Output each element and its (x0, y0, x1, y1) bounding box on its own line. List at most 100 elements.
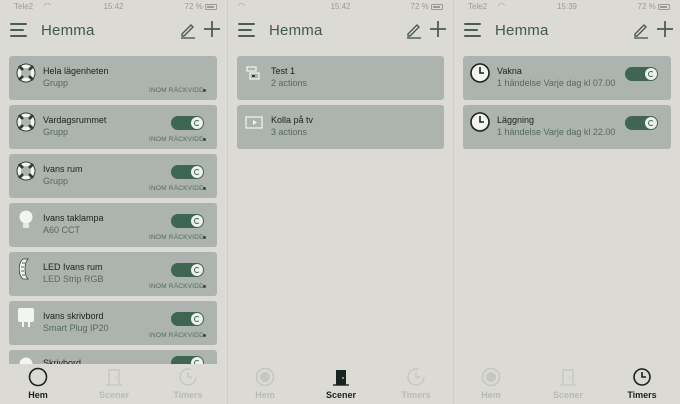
edit-icon[interactable] (405, 21, 423, 39)
tab-hem[interactable]: Hem (235, 364, 295, 404)
device-card-ivans-skrivbord[interactable]: Ivans skrivbord Smart Plug IP20 INOM RÄC… (9, 301, 217, 345)
device-card-led-ivans-rum[interactable]: LED Ivans rum LED Strip RGB INOM RÄCKVID… (9, 252, 217, 296)
tab-label: Scener (98, 390, 130, 400)
battery-icon (205, 3, 217, 10)
power-toggle[interactable] (171, 165, 204, 179)
range-status: INOM RÄCKVIDD (149, 332, 204, 339)
menu-icon[interactable] (238, 23, 255, 37)
range-dot (203, 187, 206, 190)
timer-name: Läggning (497, 115, 535, 125)
menu-icon[interactable] (464, 23, 481, 37)
timer-card-vakna[interactable]: Vakna 1 händelse Varje dag kl 07.00 (463, 56, 671, 100)
power-toggle[interactable] (171, 263, 204, 277)
add-icon[interactable] (428, 19, 448, 39)
device-name: Vardagsrummet (43, 115, 107, 125)
app-header: Hemma (454, 14, 680, 50)
scene-device-icon (246, 66, 260, 80)
screen-hem: Tele2 ◠ 15:42 72 % Hemma Hela lägenheten… (0, 0, 227, 404)
scene-list: Test 1 2 actions Kolla på tv 3 actions (237, 56, 444, 154)
lifebuoy-icon (16, 63, 36, 83)
tab-label: Timers (627, 390, 657, 400)
range-status: INOM RÄCKVIDD (149, 185, 204, 192)
range-status: INOM RÄCKVIDD (149, 234, 204, 241)
toggle-knob (645, 68, 657, 80)
tab-label: Timers (401, 390, 431, 400)
status-bar: Tele2 ◠ 15:39 72 % (454, 0, 680, 14)
device-type: Grupp (43, 127, 69, 137)
range-dot (203, 138, 206, 141)
add-icon[interactable] (202, 19, 222, 39)
menu-icon[interactable] (10, 23, 27, 37)
range-dot (203, 89, 206, 92)
tab-timers[interactable]: Timers (158, 364, 218, 404)
led-strip-icon (18, 258, 29, 280)
scene-actions: 3 actions (271, 127, 308, 137)
battery-label: 72 % (410, 2, 429, 11)
timer-schedule: 1 händelse Varje dag kl 22.00 (497, 127, 616, 137)
tv-icon (245, 116, 263, 129)
status-bar: ◠ 15:42 72 % (228, 0, 453, 14)
tab-timers[interactable]: Timers (612, 364, 672, 404)
tab-bar: Hem Scener Timers (454, 364, 680, 404)
timer-icon (633, 368, 651, 386)
power-toggle[interactable] (171, 312, 204, 326)
tab-timers[interactable]: Timers (386, 364, 446, 404)
timer-toggle[interactable] (625, 116, 658, 130)
timer-schedule: 1 händelse Varje dag kl 07.00 (497, 78, 616, 88)
range-dot (203, 236, 206, 239)
edit-icon[interactable] (632, 21, 650, 39)
range-dot (203, 334, 206, 337)
add-icon[interactable] (655, 19, 675, 39)
timer-toggle[interactable] (625, 67, 658, 81)
home-circle-icon (481, 367, 501, 387)
tab-scener[interactable]: Scener (311, 364, 371, 404)
tab-bar: Hem Scener Timers (0, 364, 227, 404)
scene-name: Kolla på tv (271, 115, 314, 125)
scene-card-test-1[interactable]: Test 1 2 actions (237, 56, 444, 100)
toggle-knob (191, 117, 203, 129)
door-icon (106, 369, 122, 386)
tab-hem[interactable]: Hem (461, 364, 521, 404)
tab-label: Hem (255, 390, 275, 400)
device-card-vardagsrummet[interactable]: Vardagsrummet Grupp INOM RÄCKVIDD (9, 105, 217, 149)
device-card-ivans-rum[interactable]: Ivans rum Grupp INOM RÄCKVIDD (9, 154, 217, 198)
range-dot (203, 285, 206, 288)
bulb-icon (19, 210, 33, 228)
range-status: INOM RÄCKVIDD (149, 87, 204, 94)
page-title: Hemma (269, 22, 323, 39)
scene-card-kolla-pa-tv[interactable]: Kolla på tv 3 actions (237, 105, 444, 149)
scene-actions: 2 actions (271, 78, 308, 88)
power-toggle[interactable] (171, 214, 204, 228)
toggle-knob (191, 215, 203, 227)
power-toggle[interactable] (171, 116, 204, 130)
timer-name: Vakna (497, 66, 522, 76)
status-bar: Tele2 ◠ 15:42 72 % (0, 0, 227, 14)
tab-scener[interactable]: Scener (538, 364, 598, 404)
battery-icon (658, 3, 670, 10)
home-circle-icon (255, 367, 275, 387)
device-name: Ivans rum (43, 164, 83, 174)
battery-label: 72 % (637, 2, 656, 11)
app-header: Hemma (228, 14, 453, 50)
device-name: Ivans taklampa (43, 213, 104, 223)
edit-icon[interactable] (179, 21, 197, 39)
toggle-knob (645, 117, 657, 129)
tab-label: Hem (28, 390, 48, 400)
home-circle-icon (28, 367, 48, 387)
door-icon (333, 370, 349, 386)
tab-scener[interactable]: Scener (84, 364, 144, 404)
scene-name: Test 1 (271, 66, 296, 76)
device-list: Hela lägenheten Grupp INOM RÄCKVIDD Vard… (9, 56, 217, 399)
timer-card-laggning[interactable]: Läggning 1 händelse Varje dag kl 22.00 (463, 105, 671, 149)
device-name: LED Ivans rum (43, 262, 103, 272)
device-type: Smart Plug IP20 (43, 323, 109, 333)
battery-status: 72 % (185, 2, 217, 11)
device-card-ivans-taklampa[interactable]: Ivans taklampa A60 CCT INOM RÄCKVIDD (9, 203, 217, 247)
device-type: LED Strip RGB (43, 274, 104, 284)
tab-bar: Hem Scener Timers (228, 364, 453, 404)
battery-label: 72 % (184, 2, 203, 11)
device-card-hela-lagenheten[interactable]: Hela lägenheten Grupp INOM RÄCKVIDD (9, 56, 217, 100)
tab-label: Scener (552, 390, 584, 400)
timer-list: Vakna 1 händelse Varje dag kl 07.00 Lägg… (463, 56, 671, 154)
tab-hem[interactable]: Hem (8, 364, 68, 404)
